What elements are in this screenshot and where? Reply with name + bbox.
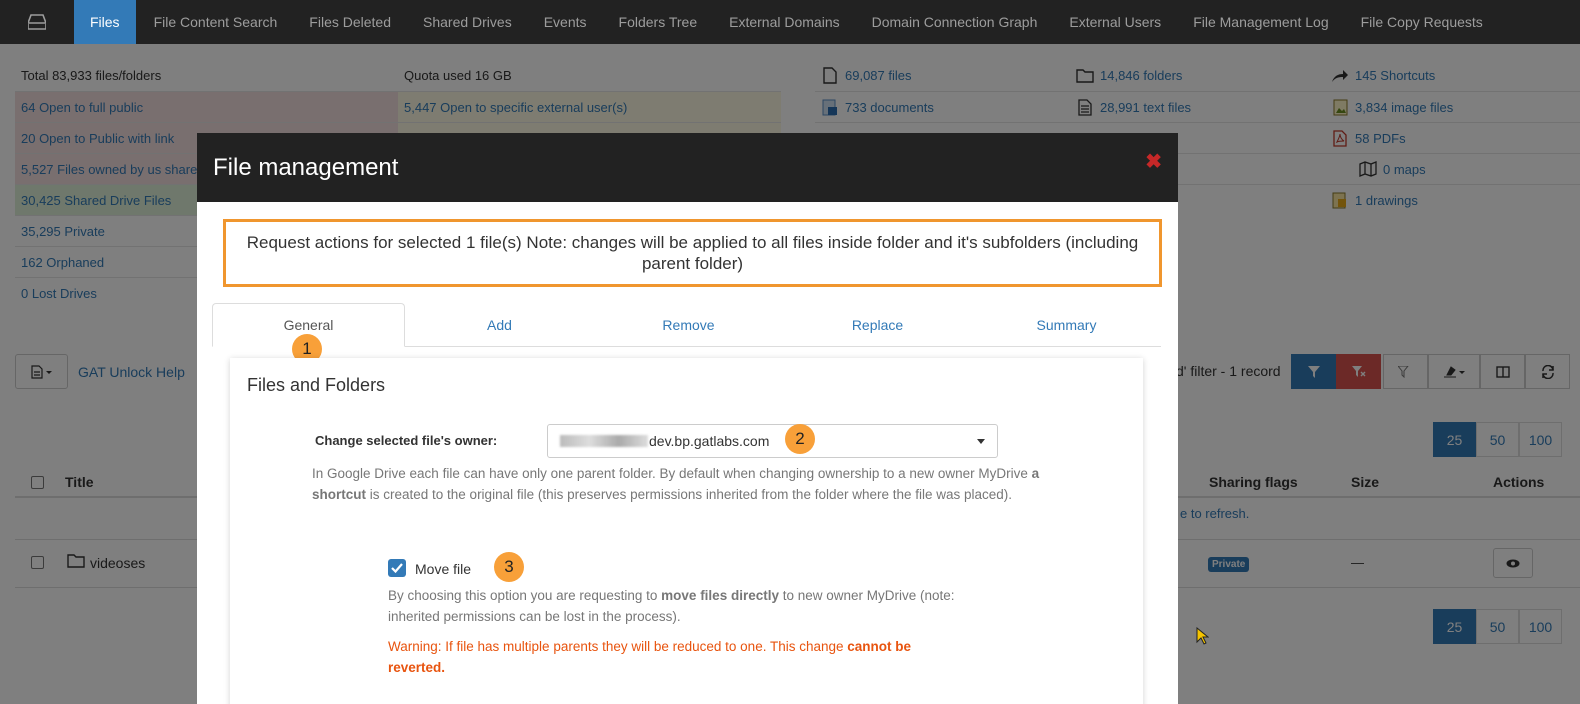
modal-title: File management: [213, 153, 399, 181]
owner-help-part: is created to the original file (this pr…: [366, 486, 1013, 502]
move-help-text: By choosing this option you are requesti…: [388, 586, 988, 627]
owner-select[interactable]: dev.bp.gatlabs.com: [547, 424, 998, 458]
owner-help-part: In Google Drive each file can have only …: [312, 466, 1032, 481]
chevron-down-icon: [977, 439, 985, 444]
move-warning-text: Warning: If file has multiple parents th…: [388, 637, 968, 678]
tab-replace[interactable]: Replace: [783, 303, 972, 346]
close-icon[interactable]: ✖: [1145, 149, 1162, 174]
modal-header: File management ✖: [197, 133, 1178, 202]
tab-summary[interactable]: Summary: [972, 303, 1161, 346]
redacted-email: [560, 435, 648, 447]
tab-add[interactable]: Add: [405, 303, 594, 346]
owner-select-value: dev.bp.gatlabs.com: [649, 433, 770, 449]
move-file-label[interactable]: Move file: [415, 561, 471, 577]
nav-tab-folders-tree[interactable]: Folders Tree: [603, 0, 714, 44]
panel-title: Files and Folders: [247, 375, 386, 395]
tab-remove[interactable]: Remove: [594, 303, 783, 346]
warning-part: Warning: If file has multiple parents th…: [388, 639, 848, 654]
modal-tabs: General Add Remove Replace Summary: [212, 303, 1161, 347]
files-and-folders-panel: Files and Folders Change selected file's…: [230, 358, 1143, 704]
nav-tab-files[interactable]: Files: [74, 0, 136, 44]
nav-tab-external-domains[interactable]: External Domains: [713, 0, 856, 44]
owner-label: Change selected file's owner:: [315, 433, 498, 448]
drive-icon[interactable]: [0, 0, 74, 44]
nav-tab-domain-connection-graph[interactable]: Domain Connection Graph: [856, 0, 1054, 44]
nav-tab-external-users[interactable]: External Users: [1053, 0, 1177, 44]
step-badge-3: 3: [494, 552, 524, 582]
selection-notice: Request actions for selected 1 file(s) N…: [223, 219, 1162, 287]
nav-tab-files-deleted[interactable]: Files Deleted: [293, 0, 407, 44]
move-help-part: By choosing this option you are requesti…: [388, 588, 662, 603]
move-file-checkbox[interactable]: [388, 559, 406, 577]
step-badge-2: 2: [785, 424, 815, 454]
nav-tab-file-management-log[interactable]: File Management Log: [1177, 0, 1344, 44]
file-management-modal: File management ✖ Request actions for se…: [197, 133, 1178, 704]
mouse-cursor-icon: [1196, 626, 1210, 648]
nav-tab-file-content-search[interactable]: File Content Search: [138, 0, 294, 44]
owner-help-text: In Google Drive each file can have only …: [312, 464, 1042, 505]
nav-tab-file-copy-requests[interactable]: File Copy Requests: [1345, 0, 1499, 44]
nav-tab-events[interactable]: Events: [528, 0, 603, 44]
top-nav: Files File Content Search Files Deleted …: [0, 0, 1580, 44]
nav-tab-shared-drives[interactable]: Shared Drives: [407, 0, 528, 44]
move-help-bold: move files directly: [661, 588, 779, 603]
